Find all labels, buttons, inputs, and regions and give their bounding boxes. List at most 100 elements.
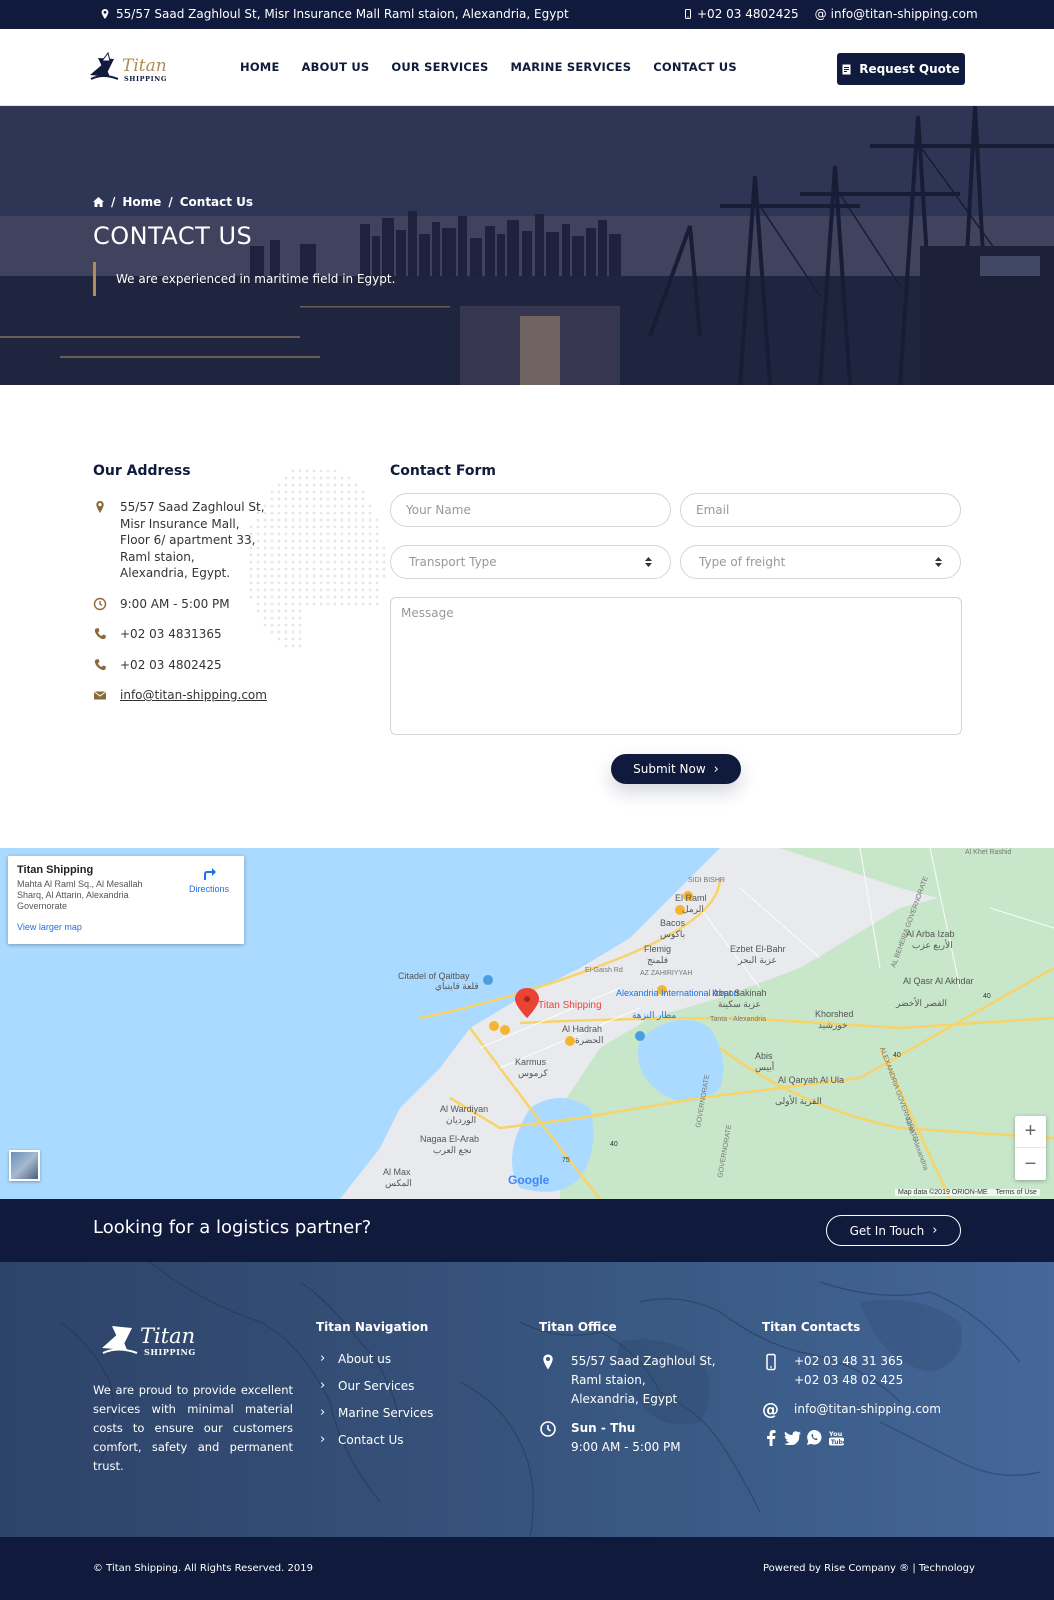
- view-larger-map-link[interactable]: View larger map: [17, 922, 235, 932]
- titan-logo[interactable]: Titan SHIPPING: [88, 49, 174, 87]
- address-line: 55/57 Saad Zaghloul St,: [120, 500, 265, 514]
- footer-nav-heading: Titan Navigation: [316, 1320, 429, 1334]
- map-label-flemig-ar: فلمنج: [647, 955, 668, 966]
- freight-type-select[interactable]: Type of freight: [680, 545, 961, 579]
- zoom-out-button[interactable]: −: [1015, 1148, 1046, 1180]
- street-view-thumbnail[interactable]: [9, 1150, 40, 1181]
- whatsapp-icon[interactable]: [806, 1429, 823, 1446]
- google-map[interactable]: Titan Shipping Citadel of Qaitbay قلعة ق…: [0, 848, 1054, 1199]
- address-phone-1[interactable]: +02 03 4831365: [93, 626, 333, 643]
- mobile-phone-icon: [685, 9, 691, 19]
- directions-icon: [204, 868, 216, 880]
- request-quote-button[interactable]: Request Quote: [837, 53, 965, 85]
- map-label-al-hadrah: Al Hadrah: [562, 1024, 602, 1034]
- facebook-icon[interactable]: [762, 1429, 779, 1446]
- cta-heading: Looking for a logistics partner?: [93, 1217, 372, 1238]
- sort-arrows-icon: [935, 557, 942, 567]
- nav-our-services[interactable]: OUR SERVICES: [391, 60, 488, 74]
- footer-nav-marine[interactable]: Marine Services: [316, 1405, 516, 1420]
- chevron-right-icon: ›: [932, 1223, 938, 1238]
- breadcrumb-separator: /: [111, 195, 116, 209]
- clock-icon: [93, 597, 107, 610]
- email-input[interactable]: Email: [680, 493, 961, 527]
- topbar-phone[interactable]: +02 03 4802425: [683, 7, 799, 21]
- footer-nav-contact[interactable]: Contact Us: [316, 1432, 516, 1447]
- breadcrumb: / Home / Contact Us: [93, 195, 253, 209]
- nav-about-us[interactable]: ABOUT US: [302, 60, 370, 74]
- document-icon: [842, 64, 851, 74]
- youtube-icon[interactable]: YouTube: [828, 1429, 845, 1446]
- home-icon[interactable]: [93, 197, 104, 207]
- nav-home[interactable]: HOME: [240, 60, 280, 74]
- footer-office-line: Alexandria, Egypt: [571, 1392, 678, 1406]
- submit-button[interactable]: Submit Now ›: [611, 754, 741, 784]
- map-label-bacos-ar: باكوس: [660, 929, 685, 940]
- map-label-abis-ar: أبيس: [755, 1060, 774, 1073]
- contact-form: Contact Form Your Name Email Transport T…: [390, 463, 962, 784]
- map-label-tanta-road: Tanta - Alexandria: [710, 1016, 766, 1023]
- map-label-al-arba-ar: الأربع عزب: [912, 939, 953, 951]
- map-label-route-40: 40: [610, 1141, 618, 1148]
- address-line: Raml staion,: [120, 549, 195, 564]
- breadcrumb-current: Contact Us: [179, 195, 254, 209]
- footer-office-heading: Titan Office: [539, 1320, 617, 1334]
- map-label-el-raml-ar: الرمل: [682, 904, 704, 915]
- footer-office-days: Sun - Thu: [571, 1421, 636, 1435]
- footer-nav-services[interactable]: Our Services: [316, 1378, 516, 1393]
- footer-office-hours: Sun - Thu 9:00 AM - 5:00 PM: [539, 1419, 739, 1457]
- address-phone-2[interactable]: +02 03 4802425: [93, 657, 333, 674]
- message-textarea[interactable]: Message: [390, 597, 962, 735]
- nav-contact-us[interactable]: CONTACT US: [653, 60, 737, 74]
- breadcrumb-home[interactable]: Home: [122, 195, 161, 209]
- powered-by-text[interactable]: Powered by Rise Company ® | Technology: [763, 1563, 975, 1574]
- our-address: Our Address 55/57 Saad Zaghloul St, Misr…: [93, 463, 333, 718]
- topbar-phone-text: +02 03 4802425: [697, 7, 799, 21]
- social-links: YouTube: [762, 1429, 982, 1446]
- map-label-al-hadrah-ar: الحضرة: [575, 1035, 604, 1046]
- breadcrumb-separator: /: [168, 195, 173, 209]
- footer-phone-1[interactable]: +02 03 48 31 365: [794, 1352, 982, 1371]
- topbar-email-text: info@titan-shipping.com: [830, 7, 978, 21]
- map-label-al-qasr: Al Qasr Al Akhdar: [903, 976, 974, 986]
- phone-icon: [94, 628, 106, 640]
- envelope-icon: [93, 691, 107, 700]
- at-icon: @: [762, 1400, 779, 1420]
- page-hero: / Home / Contact Us CONTACT US We are ex…: [0, 106, 1054, 385]
- map-label-ezbet-ar: عزبة البحر: [737, 955, 777, 966]
- site-header: Titan SHIPPING HOME ABOUT US OUR SERVICE…: [0, 29, 1054, 106]
- map-label-titan: Titan Shipping: [538, 1000, 602, 1011]
- freight-type-value: Type of freight: [699, 555, 786, 569]
- map-label-karmus: Karmus: [515, 1057, 547, 1067]
- map-label-khorshed: Khorshed: [815, 1009, 854, 1019]
- map-label-el-raml: El Raml: [675, 893, 707, 903]
- phone-icon: [94, 658, 106, 670]
- topbar-address: 55/57 Saad Zaghloul St, Misr Insurance M…: [100, 7, 569, 21]
- sort-arrows-icon: [645, 557, 652, 567]
- topbar-email[interactable]: @ info@titan-shipping.com: [815, 7, 978, 21]
- map-label-route-75: 75: [562, 1157, 570, 1164]
- footer-titan-logo[interactable]: Titan SHIPPING: [100, 1316, 204, 1362]
- email-link[interactable]: info@titan-shipping.com: [120, 688, 267, 702]
- terms-link[interactable]: Terms of Use: [996, 1189, 1037, 1196]
- map-label-al-max: Al Max: [383, 1167, 411, 1177]
- nav-marine-services[interactable]: MARINE SERVICES: [511, 60, 632, 74]
- google-logo: Google: [508, 1173, 550, 1187]
- transport-type-select[interactable]: Transport Type: [390, 545, 671, 579]
- map-label-flemig: Flemig: [644, 944, 671, 954]
- directions-button[interactable]: Directions: [184, 866, 234, 894]
- top-bar: 55/57 Saad Zaghloul St, Misr Insurance M…: [0, 0, 1054, 29]
- twitter-icon[interactable]: [784, 1429, 801, 1446]
- zoom-in-button[interactable]: +: [1015, 1116, 1046, 1148]
- name-input[interactable]: Your Name: [390, 493, 671, 527]
- footer-office: Titan Office 55/57 Saad Zaghloul St, Ram…: [539, 1320, 739, 1467]
- footer-email-text[interactable]: info@titan-shipping.com: [794, 1400, 982, 1419]
- main-nav: HOME ABOUT US OUR SERVICES MARINE SERVIC…: [240, 60, 737, 74]
- chevron-right-icon: ›: [713, 761, 719, 777]
- map-label-khet-rashid: Al Khet Rashid: [965, 849, 1011, 856]
- get-in-touch-button[interactable]: Get In Touch ›: [826, 1215, 961, 1246]
- footer-nav-about[interactable]: About us: [316, 1351, 516, 1366]
- map-label-route-40: 40: [983, 993, 991, 1000]
- address-heading: Our Address: [93, 463, 191, 479]
- map-label-citadel-ar: قلعة قايتباي: [435, 981, 479, 991]
- footer-phone-2[interactable]: +02 03 48 02 425: [794, 1371, 982, 1390]
